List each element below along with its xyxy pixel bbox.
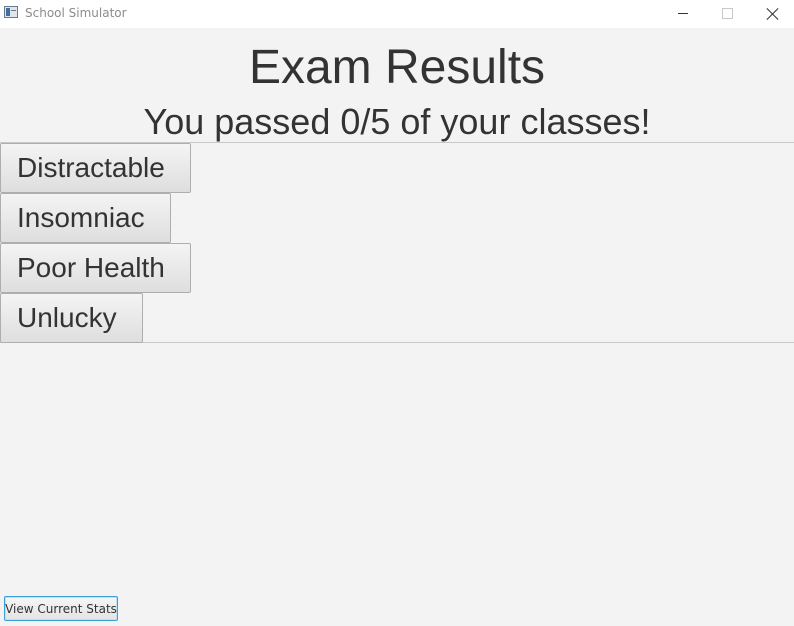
close-icon	[766, 7, 780, 21]
traits-panel: Distractable Insomniac Poor Health Unluc…	[0, 142, 794, 343]
app-window: School Simulator Exam Results You passed…	[0, 0, 794, 626]
title-bar[interactable]: School Simulator	[0, 0, 794, 28]
minimize-icon	[678, 13, 688, 14]
view-current-stats-button[interactable]: View Current Stats	[4, 596, 118, 621]
maximize-button[interactable]	[704, 0, 750, 28]
trait-button-unlucky[interactable]: Unlucky	[0, 293, 143, 343]
exam-summary: You passed 0/5 of your classes!	[143, 101, 651, 142]
app-icon	[4, 6, 18, 18]
minimize-button[interactable]	[659, 0, 705, 28]
maximize-icon	[722, 8, 733, 19]
window-title: School Simulator	[25, 6, 127, 20]
trait-button-distractable[interactable]: Distractable	[0, 143, 191, 193]
page-title: Exam Results	[248, 41, 546, 94]
trait-button-poor-health[interactable]: Poor Health	[0, 243, 191, 293]
close-button[interactable]	[749, 0, 794, 28]
trait-button-insomniac[interactable]: Insomniac	[0, 193, 171, 243]
